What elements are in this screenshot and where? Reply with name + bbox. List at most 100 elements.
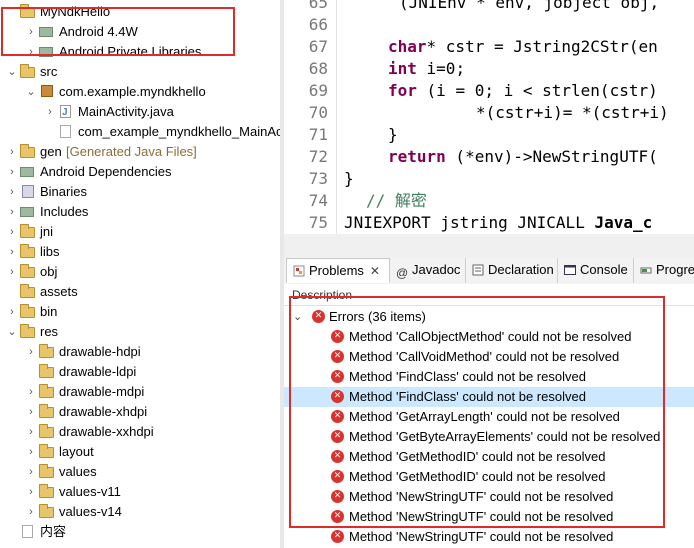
code-text: JNIEXPORT jstring JNICALL [344, 213, 595, 232]
chevron-right-icon[interactable]: › [25, 402, 37, 422]
tree-item-label: assets [40, 284, 78, 299]
declaration-icon [472, 264, 484, 276]
chevron-right-icon[interactable]: › [6, 142, 18, 162]
folder-icon [39, 364, 55, 379]
folder-icon [20, 244, 36, 259]
tab-javadoc[interactable]: @ Javadoc [390, 258, 466, 283]
folder-icon [20, 284, 36, 299]
folder-icon [39, 344, 55, 359]
tree-item[interactable]: 内容 [0, 522, 280, 542]
function-name: Java_c [594, 213, 653, 232]
line-number: 67 [308, 37, 328, 56]
tree-item-label: bin [40, 304, 58, 319]
line-number-gutter: 65 66 67 68 69 70 71 72 73 74 75 [284, 0, 337, 234]
tree-item-label: com_example_myndkhello_MainActivi [78, 124, 280, 139]
chevron-right-icon[interactable]: › [6, 182, 18, 202]
folder-icon [20, 324, 36, 339]
chevron-right-icon[interactable]: › [6, 242, 18, 262]
includes-icon [20, 205, 36, 219]
close-icon[interactable]: ✕ [370, 264, 380, 278]
tree-item-label: com.example.myndkhello [59, 84, 206, 99]
tree-item[interactable]: drawable-ldpi [0, 362, 280, 382]
tree-item[interactable]: com_example_myndkhello_MainActivi [0, 122, 280, 142]
tree-item[interactable]: › drawable-xxhdpi [0, 422, 280, 442]
tree-item-label: drawable-xxhdpi [59, 424, 154, 439]
chevron-right-icon[interactable]: › [6, 302, 18, 322]
chevron-right-icon[interactable]: › [25, 382, 37, 402]
tree-item[interactable]: ⌄ src [0, 62, 280, 82]
line-number: 71 [308, 125, 328, 144]
keyword: for [388, 81, 417, 100]
console-icon [564, 265, 576, 275]
tab-progress[interactable]: Progre [634, 258, 694, 283]
horizontal-sash[interactable] [284, 234, 694, 259]
tree-item-decoration: [Generated Java Files] [66, 144, 197, 159]
annotation-box-libraries [1, 7, 235, 56]
source-folder-icon [20, 144, 36, 159]
tree-item[interactable]: › values-v14 [0, 502, 280, 522]
keyword: int [388, 59, 417, 78]
tree-item[interactable]: › obj [0, 262, 280, 282]
tab-problems[interactable]: Problems ✕ [286, 258, 390, 283]
chevron-right-icon[interactable]: › [25, 422, 37, 442]
tree-item-label: libs [40, 244, 60, 259]
folder-icon [39, 404, 55, 419]
library-icon [20, 165, 36, 179]
tree-item-label: drawable-hdpi [59, 344, 141, 359]
code-text: (*env)->NewStringUTF( [445, 147, 658, 166]
tree-item[interactable]: › drawable-mdpi [0, 382, 280, 402]
tree-item[interactable]: › MainActivity.java [0, 102, 280, 123]
chevron-right-icon[interactable]: › [25, 482, 37, 502]
tree-item[interactable]: › drawable-hdpi [0, 342, 280, 362]
source-folder-icon [20, 64, 36, 79]
code-editor[interactable]: 65 66 67 68 69 70 71 72 73 74 75 (JNIEnv… [284, 0, 694, 234]
tree-item-label: values-v14 [59, 504, 122, 519]
tree-item[interactable]: assets [0, 282, 280, 302]
chevron-down-icon[interactable]: ⌄ [25, 82, 37, 102]
tree-item[interactable]: › Binaries [0, 182, 280, 202]
chevron-right-icon[interactable]: › [25, 442, 37, 462]
chevron-right-icon[interactable]: › [6, 202, 18, 222]
folder-icon [20, 304, 36, 319]
chevron-right-icon[interactable]: › [6, 262, 18, 282]
line-number: 68 [308, 59, 328, 78]
tree-item-label: src [40, 64, 58, 79]
line-number: 66 [308, 15, 328, 34]
tree-item[interactable]: › values [0, 462, 280, 482]
tree-item[interactable]: › drawable-xhdpi [0, 402, 280, 422]
code-line-74-comment: // 解密 [366, 191, 427, 210]
chevron-down-icon[interactable]: ⌄ [6, 322, 18, 342]
tree-item[interactable]: ⌄ res [0, 322, 280, 342]
tree-item[interactable]: › libs [0, 242, 280, 262]
chevron-right-icon[interactable]: › [44, 102, 56, 122]
chevron-right-icon[interactable]: › [25, 462, 37, 482]
tree-item[interactable]: ⌄ com.example.myndkhello [0, 82, 280, 102]
tree-item[interactable]: › layout [0, 442, 280, 462]
chevron-down-icon[interactable]: ⌄ [6, 62, 18, 82]
folder-icon [39, 464, 55, 479]
chevron-right-icon[interactable]: › [25, 342, 37, 362]
tree-item[interactable]: › Includes [0, 202, 280, 222]
tree-item[interactable]: › jni [0, 222, 280, 242]
code-line-68: int i=0; [388, 58, 465, 80]
chevron-right-icon[interactable]: › [6, 162, 18, 182]
tab-console[interactable]: Console [558, 258, 634, 283]
tree-item[interactable]: › gen [Generated Java Files] [0, 142, 280, 162]
line-number: 73 [308, 169, 328, 188]
tree-item[interactable]: › bin [0, 302, 280, 322]
tree-item-label: 内容 [40, 524, 67, 539]
java-file-icon [58, 103, 74, 123]
code-text: i=0; [416, 59, 466, 78]
code-line-65: (JNIEnv * env, jobject obj, [399, 0, 660, 12]
tree-item-label: layout [59, 444, 94, 459]
error-icon: ✕ [331, 530, 344, 543]
tree-item[interactable]: › Android Dependencies [0, 162, 280, 182]
tree-item[interactable]: › values-v11 [0, 482, 280, 502]
line-number: 72 [308, 147, 328, 166]
views-tab-bar: Problems ✕ @ Javadoc Declaration Console … [284, 258, 694, 285]
chevron-right-icon[interactable]: › [6, 222, 18, 242]
tab-declaration[interactable]: Declaration [466, 258, 558, 283]
problem-row[interactable]: ✕ Method 'NewStringUTF' could not be reso… [284, 527, 694, 547]
tree-item-label: gen [40, 144, 62, 159]
chevron-right-icon[interactable]: › [25, 502, 37, 522]
